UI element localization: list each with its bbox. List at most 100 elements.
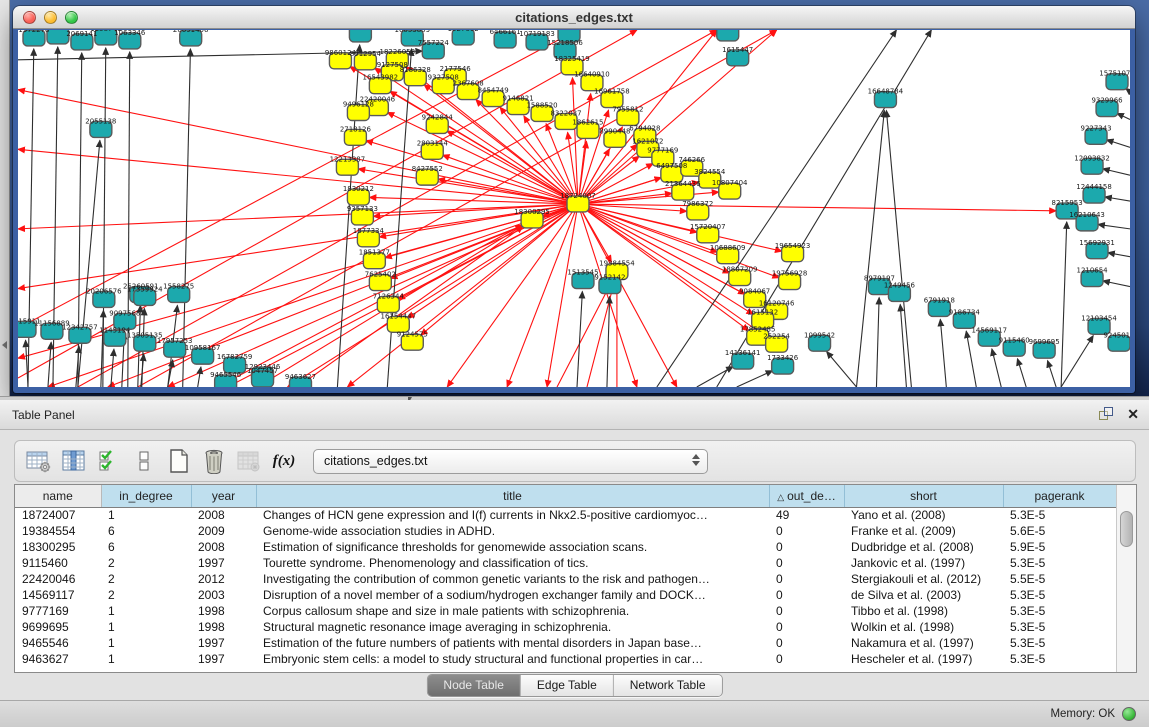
column-header-title[interactable]: title [256,485,769,507]
select-all-button[interactable] [93,445,125,477]
tab-edge-table[interactable]: Edge Table [521,675,614,696]
table-cell[interactable]: 1998 [191,619,256,635]
graph-edge[interactable] [1048,361,1057,387]
table-row[interactable]: 1830029562008Estimation of significance … [15,539,1116,555]
table-cell[interactable]: 22420046 [15,571,101,587]
tab-node-table[interactable]: Node Table [427,675,521,696]
graph-edge[interactable] [827,352,857,387]
table-cell[interactable]: 1 [101,603,191,619]
graph-edge[interactable] [578,204,1056,211]
expand-panel-arrow-icon[interactable] [2,341,7,349]
table-cell[interactable]: 9699695 [15,619,101,635]
table-cell[interactable]: 0 [769,603,844,619]
graph-edge[interactable] [1103,169,1130,175]
table-cell[interactable]: 2 [101,571,191,587]
network-canvas[interactable]: 1872400798601248912954182260589127508165… [18,30,1130,387]
table-cell[interactable]: 9463627 [15,651,101,667]
combo-stepper-icon[interactable] [691,454,700,466]
control-panel-collapsed-strip[interactable] [0,0,10,396]
table-cell[interactable]: 5.3E-5 [1003,651,1116,667]
table-cell[interactable]: 0 [769,571,844,587]
table-cell[interactable]: 0 [769,555,844,571]
graph-edge[interactable] [856,110,884,387]
graph-edge[interactable] [1103,281,1130,287]
graph-edge[interactable] [992,349,1001,387]
deselect-all-button[interactable] [128,445,160,477]
table-cell[interactable]: Disruption of a novel member of a sodium… [256,587,769,603]
table-row[interactable]: 1456911722003Disruption of a novel membe… [15,587,1116,603]
table-cell[interactable]: 5.3E-5 [1003,603,1116,619]
graph-edge[interactable] [78,140,100,387]
graph-edge[interactable] [886,111,911,387]
change-table-mode-button[interactable] [23,445,55,477]
table-row[interactable]: 1938455462009Genome-wide association stu… [15,523,1116,539]
table-cell[interactable]: 5.3E-5 [1003,635,1116,651]
column-header-year[interactable]: year [191,485,256,507]
table-cell[interactable]: 1997 [191,635,256,651]
graph-edge[interactable] [358,169,578,204]
table-cell[interactable]: 5.6E-5 [1003,523,1116,539]
table-row[interactable]: 946362711997Embryonic stem cells: a mode… [15,651,1116,667]
table-cell[interactable]: 1997 [191,555,256,571]
table-row[interactable]: 911546021997Tourette syndrome. Phenomeno… [15,555,1116,571]
column-header-pagerank[interactable]: pagerank [1003,485,1116,507]
table-cell[interactable]: 49 [769,507,844,523]
column-header-in-degree[interactable]: in_degree [101,485,191,507]
table-cell[interactable]: 18724007 [15,507,101,523]
table-row[interactable]: 977716911998Corpus callosum shape and si… [15,603,1116,619]
graph-edge[interactable] [288,204,578,387]
network-window[interactable]: citations_edges.txt 18724007986012489129… [13,6,1135,393]
table-cell[interactable]: Tibbo et al. (1998) [844,603,1003,619]
table-scrollbar[interactable] [1116,485,1136,672]
graph-edge[interactable] [547,204,578,387]
table-cell[interactable]: Investigating the contribution of common… [256,571,769,587]
table-row[interactable]: 946554611997Estimation of the future num… [15,635,1116,651]
show-columns-button[interactable] [58,445,90,477]
table-cell[interactable]: 6 [101,539,191,555]
table-cell[interactable]: Estimation of the future numbers of pati… [256,635,769,651]
table-cell[interactable]: 0 [769,523,844,539]
graph-edge[interactable] [737,371,773,387]
column-header-name[interactable]: name [15,485,101,507]
table-cell[interactable]: 5.9E-5 [1003,539,1116,555]
function-builder-button[interactable]: f(x) [268,445,300,477]
table-cell[interactable]: Dudbridge et al. (2008) [844,539,1003,555]
graph-edge[interactable] [366,141,578,204]
graph-edge[interactable] [557,281,612,387]
table-cell[interactable]: 2008 [191,507,256,523]
graph-edge[interactable] [198,367,201,387]
graph-edge[interactable] [1061,336,1093,387]
table-cell[interactable]: 1 [101,635,191,651]
table-cell[interactable]: Genome-wide association studies in ADHD. [256,523,769,539]
table-cell[interactable]: 1998 [191,603,256,619]
graph-edge[interactable] [940,319,946,387]
close-panel-icon[interactable]: ✕ [1127,406,1139,422]
table-cell[interactable]: 5.3E-5 [1003,587,1116,603]
table-cell[interactable]: 9465546 [15,635,101,651]
table-cell[interactable]: Corpus callosum shape and size in male p… [256,603,769,619]
graph-edge[interactable] [1117,113,1130,119]
graph-edge[interactable] [1108,253,1130,257]
graph-edge[interactable] [578,204,677,387]
create-column-button[interactable] [163,445,195,477]
table-cell[interactable]: 1 [101,651,191,667]
table-cell[interactable]: Hescheler et al. (1997) [844,651,1003,667]
graph-edge[interactable] [1098,224,1130,228]
network-table-selector[interactable]: citations_edges.txt [313,449,708,474]
table-cell[interactable]: Changes of HCN gene expression and I(f) … [256,507,769,523]
table-cell[interactable]: 2008 [191,539,256,555]
graph-edge[interactable] [578,30,717,204]
table-cell[interactable]: 0 [769,539,844,555]
table-cell[interactable]: 0 [769,619,844,635]
delete-column-button[interactable] [198,445,230,477]
table-cell[interactable]: 5.3E-5 [1003,507,1116,523]
table-cell[interactable]: Franke et al. (2009) [844,523,1003,539]
table-cell[interactable]: 2003 [191,587,256,603]
table-cell[interactable]: 2 [101,555,191,571]
table-cell[interactable]: 18300295 [15,539,101,555]
table-cell[interactable]: 1 [101,507,191,523]
scrollbar-thumb[interactable] [1120,511,1133,547]
column-header-short[interactable]: short [844,485,1003,507]
table-cell[interactable]: 1997 [191,651,256,667]
table-cell[interactable]: 0 [769,587,844,603]
